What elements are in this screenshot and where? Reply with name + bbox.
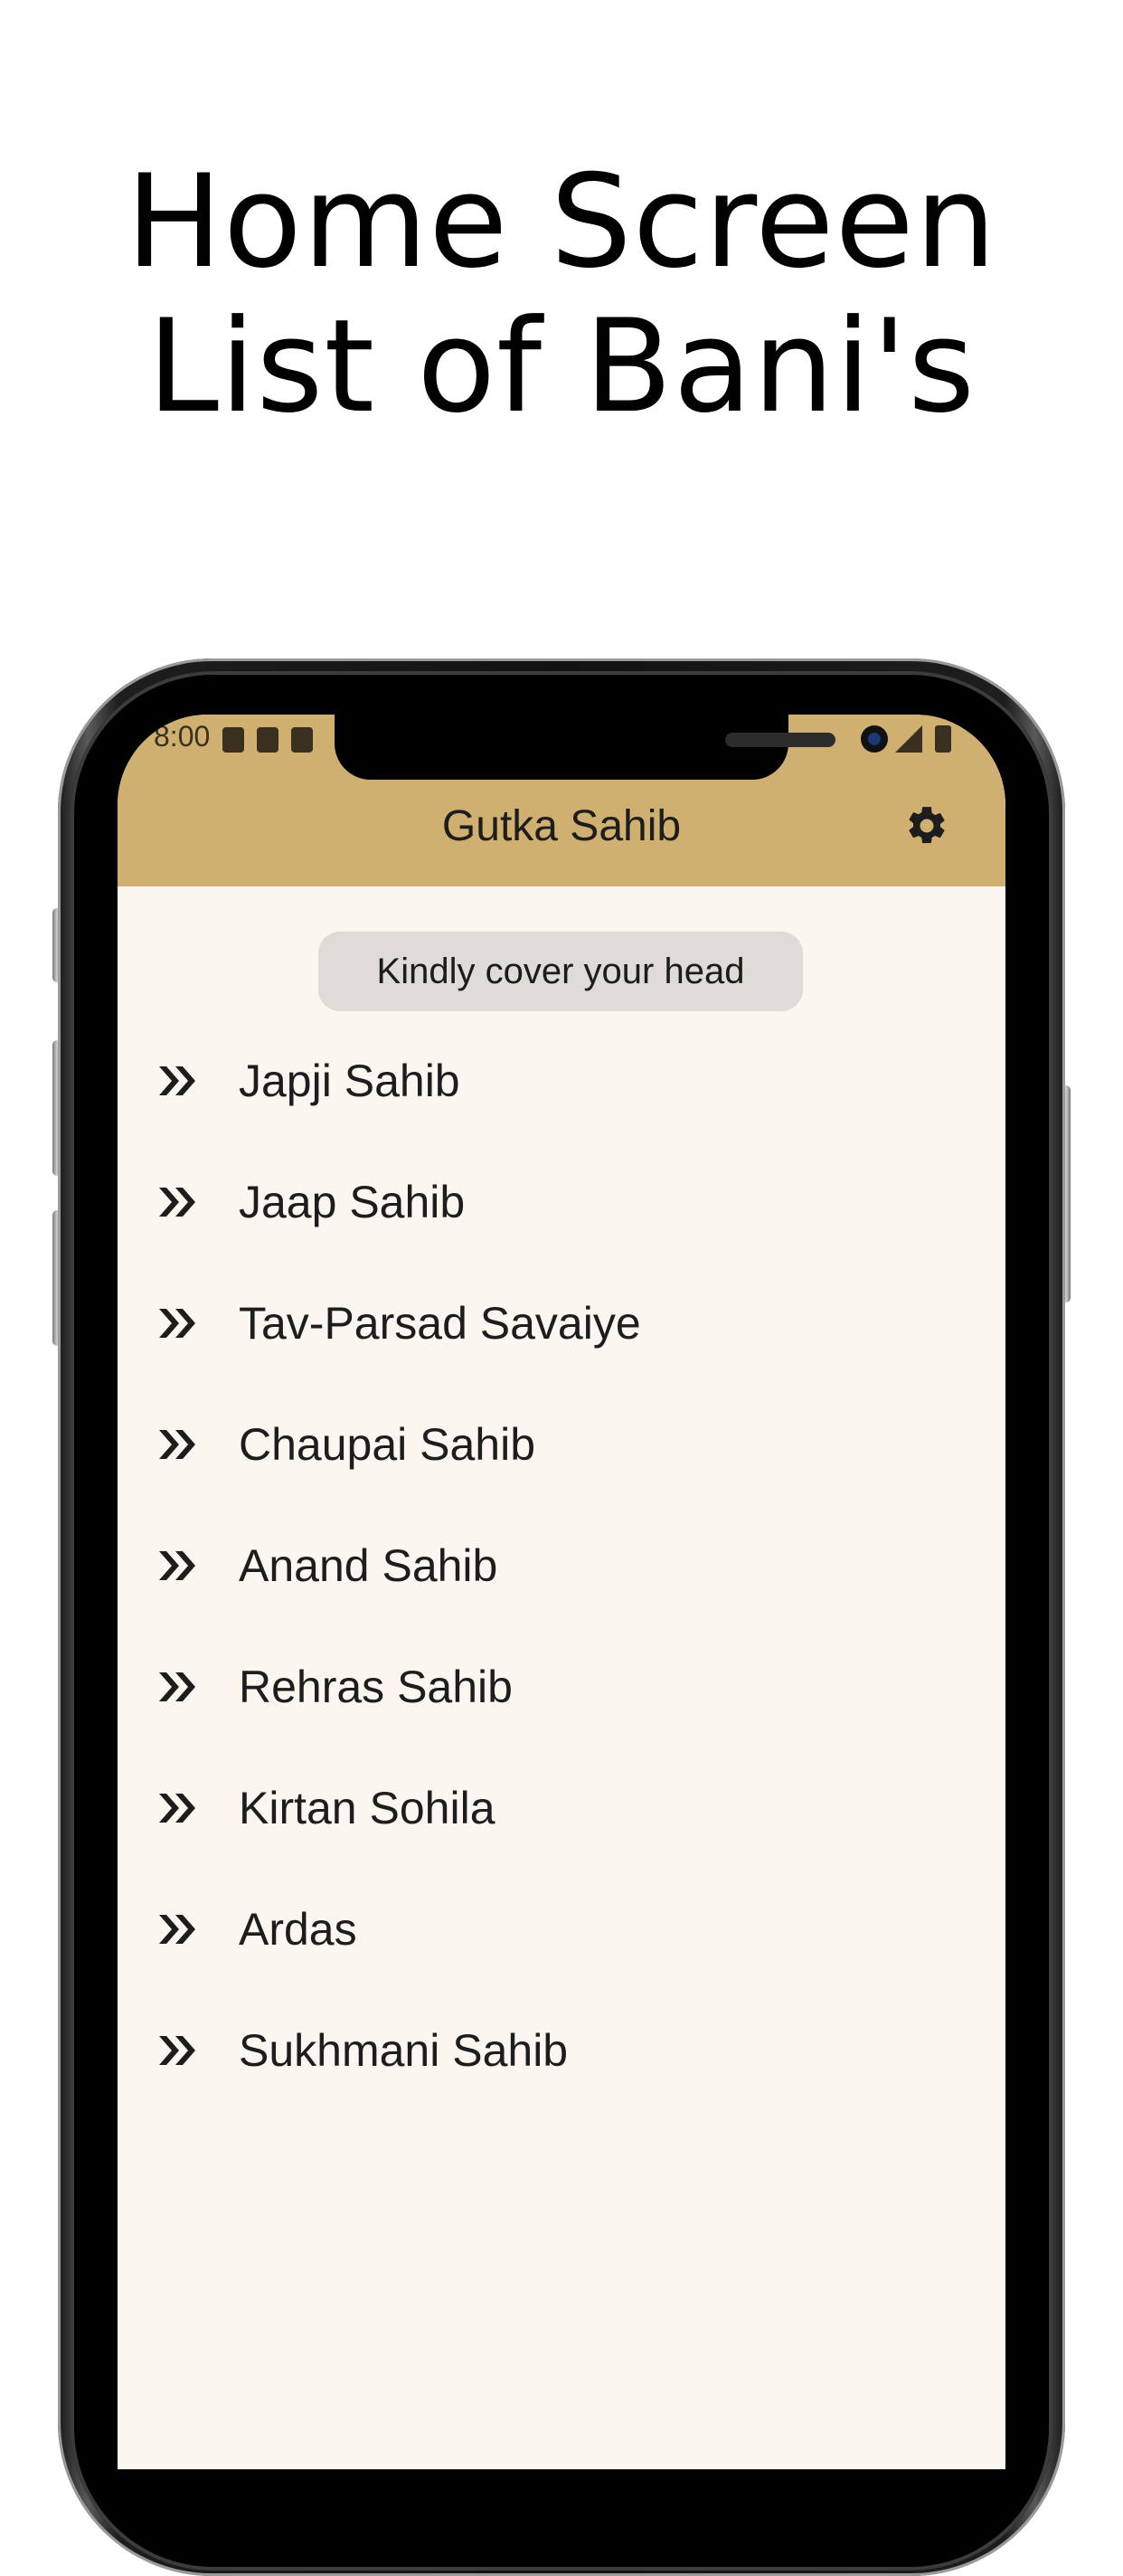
double-chevron-right-icon bbox=[159, 1551, 195, 1580]
promo-headline-line2: List of Bani's bbox=[146, 292, 977, 441]
bani-label: Rehras Sahib bbox=[239, 1662, 513, 1712]
camera-notch bbox=[335, 715, 888, 780]
bani-label: Jaap Sahib bbox=[239, 1177, 466, 1227]
bani-label: Kirtan Sohila bbox=[239, 1783, 495, 1833]
status-left-icons bbox=[222, 727, 313, 753]
bani-list-item-kirtan-sohila[interactable]: Kirtan Sohila bbox=[118, 1747, 1005, 1869]
bani-list-item-tav-parsad-savaiye[interactable]: Tav-Parsad Savaiye bbox=[118, 1263, 1005, 1384]
bani-list-item-rehras-sahib[interactable]: Rehras Sahib bbox=[118, 1626, 1005, 1747]
phone-screen: 8:00 Gutka Sahib Kindly cover your head … bbox=[118, 715, 1005, 2469]
app-notification-icon bbox=[291, 727, 313, 753]
double-chevron-right-icon bbox=[159, 1066, 195, 1095]
bani-label: Ardas bbox=[239, 1904, 357, 1955]
bani-label: Tav-Parsad Savaiye bbox=[239, 1298, 641, 1349]
bani-label: Chaupai Sahib bbox=[239, 1419, 536, 1470]
bani-list-item-anand-sahib[interactable]: Anand Sahib bbox=[118, 1505, 1005, 1626]
bani-label: Japji Sahib bbox=[239, 1056, 460, 1106]
double-chevron-right-icon bbox=[159, 1672, 195, 1701]
double-chevron-right-icon bbox=[159, 1915, 195, 1944]
front-camera-icon bbox=[861, 725, 888, 753]
bani-list-item-jaap-sahib[interactable]: Jaap Sahib bbox=[118, 1141, 1005, 1263]
signal-icon bbox=[895, 725, 922, 753]
double-chevron-right-icon bbox=[159, 1430, 195, 1459]
sd-card-icon bbox=[257, 727, 278, 753]
bani-label: Sukhmani Sahib bbox=[239, 2025, 569, 2076]
promo-headline-line1: Home Screen bbox=[126, 147, 997, 297]
speaker-grille bbox=[725, 733, 835, 747]
battery-icon bbox=[935, 725, 951, 753]
bani-list-item-ardas[interactable]: Ardas bbox=[118, 1869, 1005, 1990]
bani-list: Japji Sahib Jaap Sahib Tav-Parsad Savaiy… bbox=[118, 1020, 1005, 2111]
status-time: 8:00 bbox=[154, 720, 211, 753]
app-title: Gutka Sahib bbox=[441, 802, 682, 850]
double-chevron-right-icon bbox=[159, 2036, 195, 2065]
gear-icon[interactable] bbox=[904, 803, 949, 848]
status-right-icons bbox=[895, 725, 951, 753]
bani-list-item-sukhmani-sahib[interactable]: Sukhmani Sahib bbox=[118, 1990, 1005, 2111]
bani-list-item-japji-sahib[interactable]: Japji Sahib bbox=[118, 1020, 1005, 1141]
double-chevron-right-icon bbox=[159, 1794, 195, 1823]
double-chevron-right-icon bbox=[159, 1309, 195, 1338]
bani-list-item-chaupai-sahib[interactable]: Chaupai Sahib bbox=[118, 1384, 1005, 1505]
shield-icon bbox=[222, 727, 244, 753]
bani-label: Anand Sahib bbox=[239, 1540, 498, 1591]
app-bar: 8:00 Gutka Sahib bbox=[118, 715, 1005, 886]
double-chevron-right-icon bbox=[159, 1188, 195, 1217]
cover-head-toast: Kindly cover your head bbox=[318, 932, 803, 1011]
